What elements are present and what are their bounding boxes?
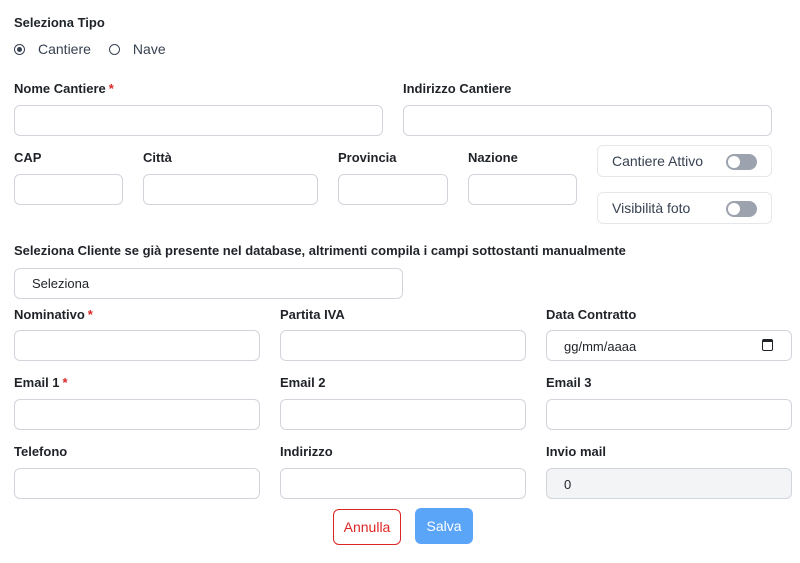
email2-label: Email 2 [280,375,326,390]
radio-cantiere-label: Cantiere [38,41,91,57]
nazione-label: Nazione [468,150,518,165]
indirizzo-input[interactable] [280,468,526,499]
visibilita-foto-toggle[interactable] [726,201,757,217]
cliente-select[interactable]: Seleziona [14,268,403,299]
nominativo-input[interactable] [14,330,260,361]
nome-cantiere-text: Nome Cantiere [14,81,106,96]
email2-input[interactable] [280,399,526,430]
cantiere-attivo-box: Cantiere Attivo [597,145,772,177]
provincia-input[interactable] [338,174,448,205]
visibilita-foto-label: Visibilità foto [612,200,691,216]
telefono-input[interactable] [14,468,260,499]
tipo-radio-group: Cantiere Nave [14,41,166,57]
data-contratto-label: Data Contratto [546,307,637,322]
citta-input[interactable] [143,174,318,205]
indirizzo-cantiere-label: Indirizzo Cantiere [403,81,512,96]
data-contratto-placeholder: gg/mm/aaaa [564,339,637,354]
nome-cantiere-input[interactable] [14,105,383,136]
email1-text: Email 1 [14,375,60,390]
calendar-icon[interactable] [762,339,773,351]
invio-mail-value: 0 [564,477,572,492]
email3-input[interactable] [546,399,792,430]
partita-iva-input[interactable] [280,330,526,361]
email3-label: Email 3 [546,375,592,390]
telefono-label: Telefono [14,444,68,459]
cancel-button[interactable]: Annulla [333,509,401,545]
cantiere-attivo-toggle[interactable] [726,154,757,170]
data-contratto-input[interactable]: gg/mm/aaaa [546,330,792,361]
radio-nave-label: Nave [132,41,166,57]
required-mark: * [62,375,68,390]
email1-input[interactable] [14,399,260,430]
cap-label: CAP [14,150,42,165]
required-mark: * [108,81,114,96]
invio-mail-field: 0 [546,468,792,499]
nominativo-label: Nominativo * [14,307,93,322]
required-mark: * [87,307,93,322]
nazione-input[interactable] [468,174,577,205]
cliente-select-hint: Seleziona Cliente se già presente nel da… [14,243,626,258]
save-button[interactable]: Salva [415,508,473,544]
email1-label: Email 1 * [14,375,68,390]
visibilita-foto-box: Visibilità foto [597,192,772,224]
cap-input[interactable] [14,174,123,205]
cantiere-attivo-label: Cantiere Attivo [612,153,704,169]
radio-nave[interactable] [108,43,120,55]
provincia-label: Provincia [338,150,397,165]
indirizzo-label: Indirizzo [280,444,333,459]
indirizzo-cantiere-input[interactable] [403,105,772,136]
citta-label: Città [143,150,172,165]
invio-mail-label: Invio mail [546,444,606,459]
partita-iva-label: Partita IVA [280,307,345,322]
nominativo-text: Nominativo [14,307,85,322]
radio-cantiere[interactable] [14,43,25,55]
nome-cantiere-label: Nome Cantiere * [14,81,114,96]
tipo-title: Seleziona Tipo [14,15,105,30]
